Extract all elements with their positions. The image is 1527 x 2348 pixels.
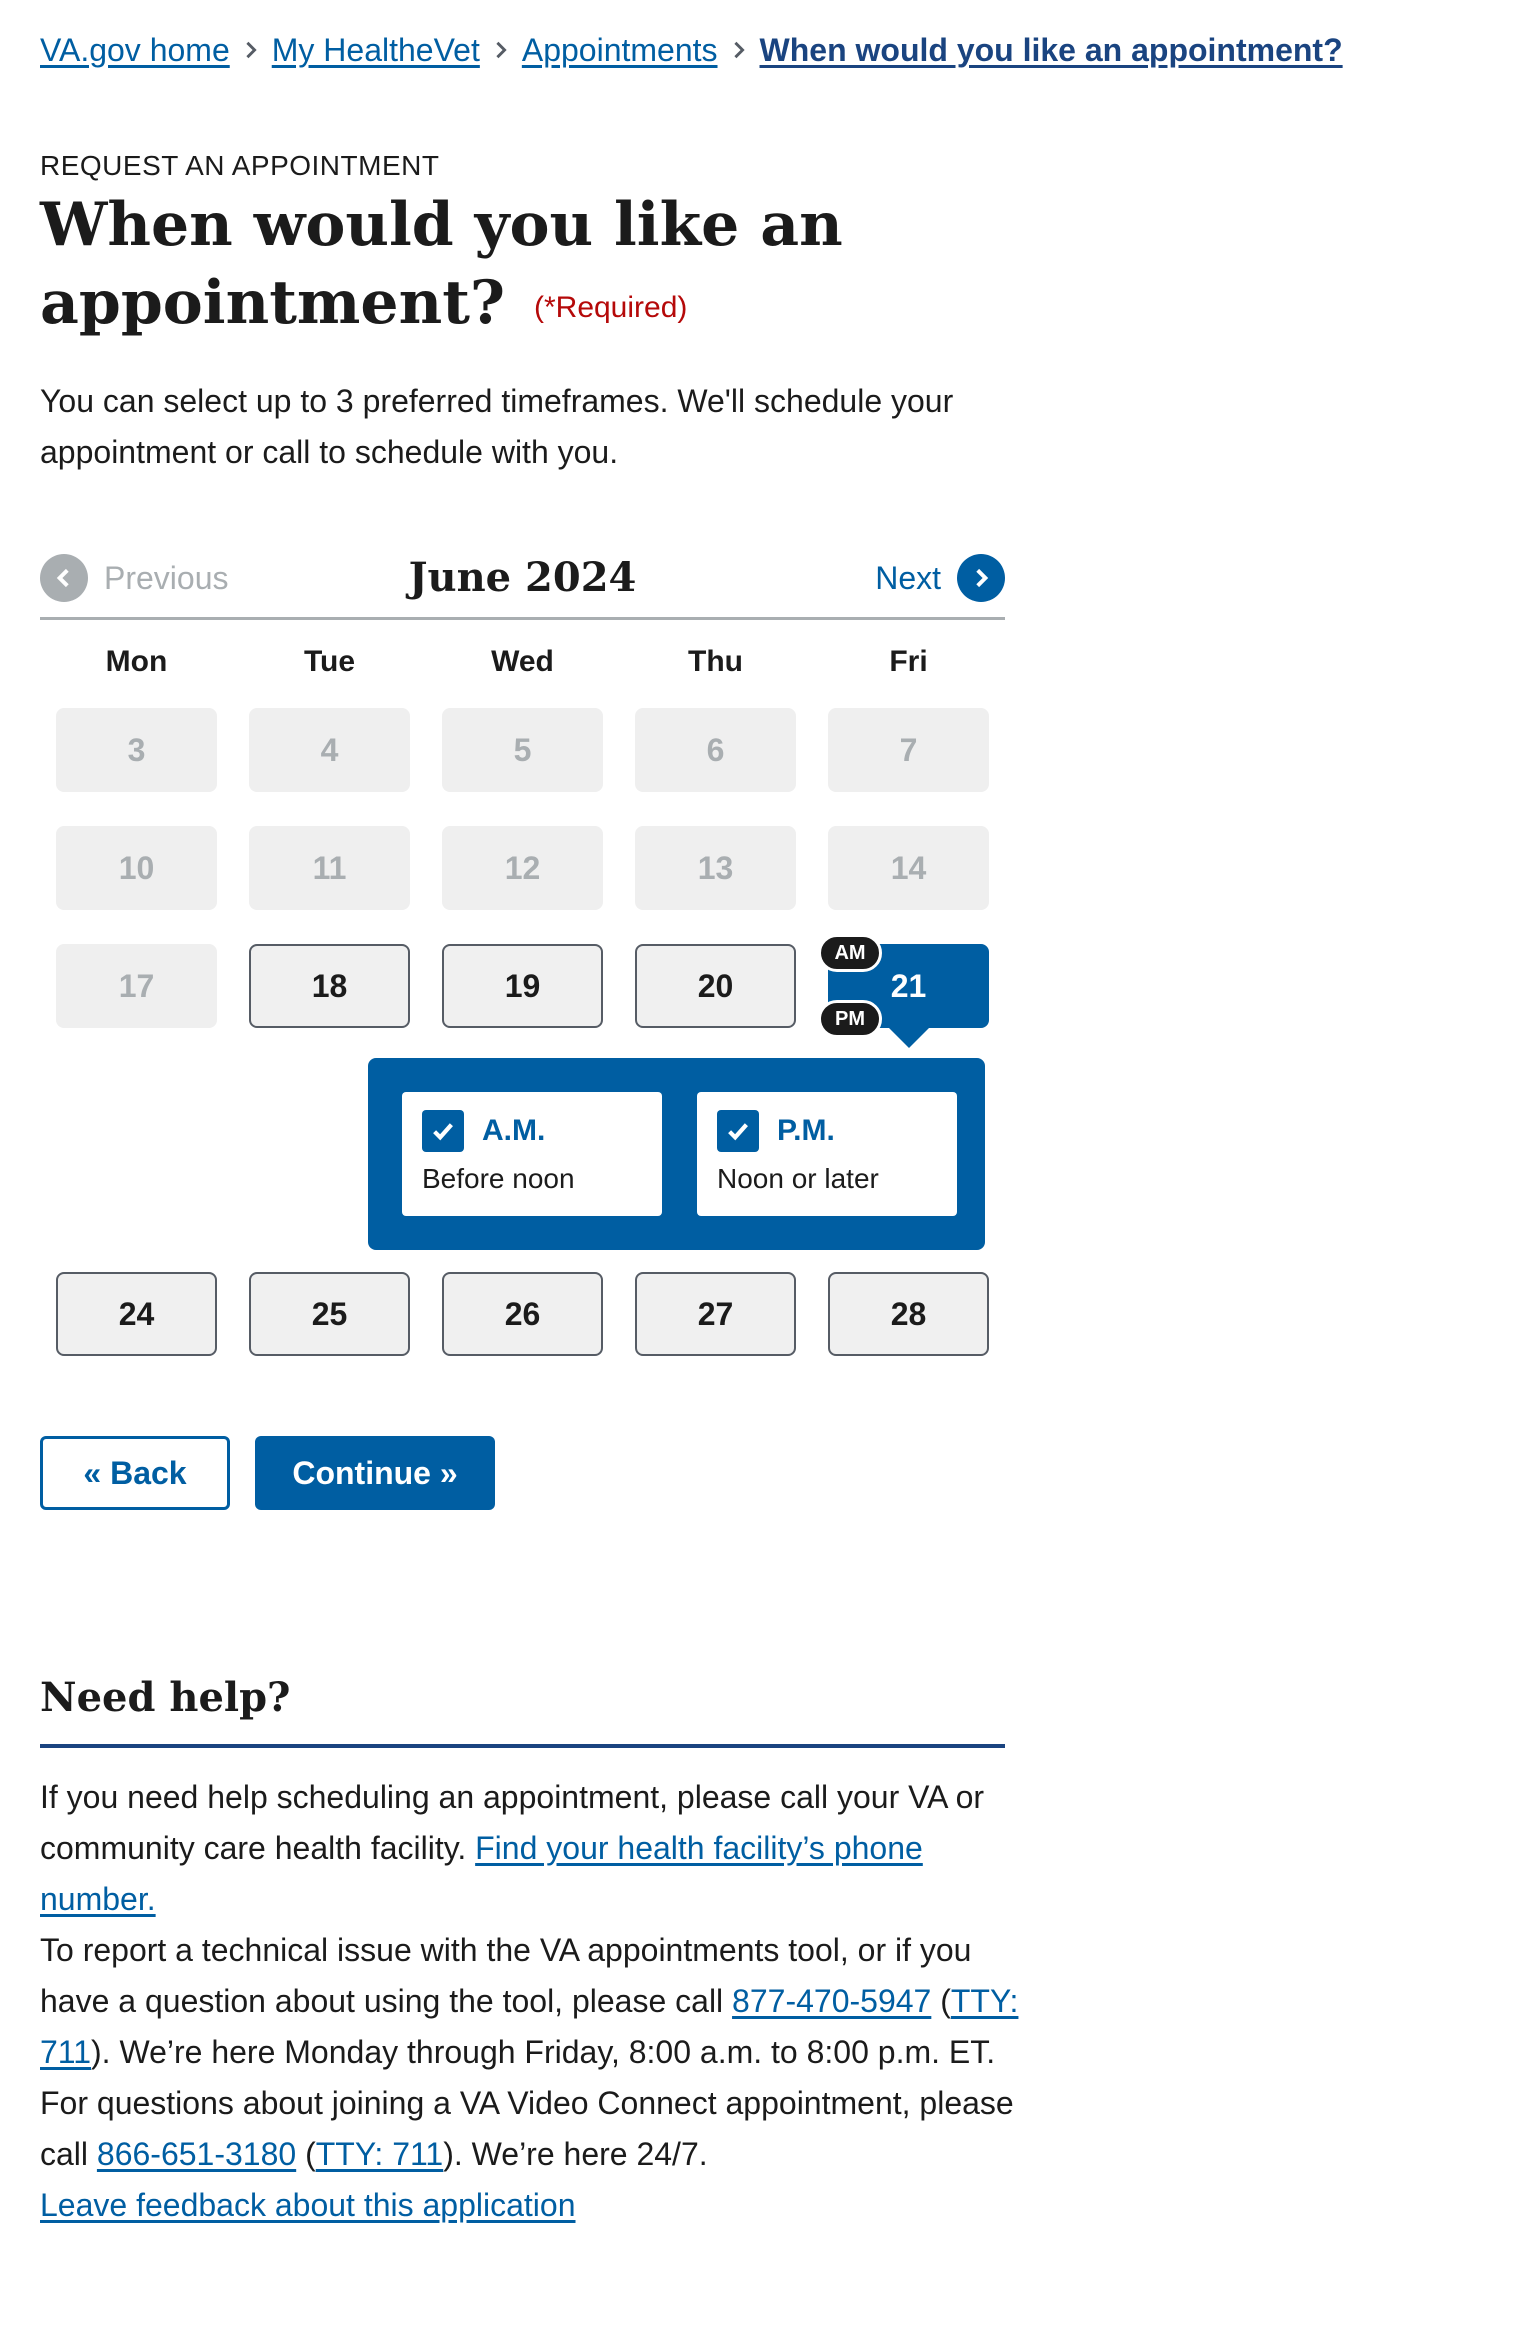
weekday-header: Fri: [889, 645, 928, 678]
pm-option-label: P.M.: [777, 1114, 835, 1147]
page-title: When would you like an appointment? (*Re…: [40, 186, 940, 347]
calendar-day-disabled: 11: [249, 826, 410, 910]
weekday-header: Wed: [491, 645, 554, 678]
calendar-navigation: Previous June 2024 Next: [40, 540, 1005, 620]
calendar-day-button[interactable]: 25: [249, 1272, 410, 1356]
calendar-day-disabled: 3: [56, 708, 217, 792]
chevron-right-icon: [492, 41, 510, 59]
breadcrumb-current-page-link[interactable]: When would you like an appointment?: [760, 28, 1343, 72]
weekday-header: Tue: [303, 645, 356, 678]
chevron-right-icon: [730, 41, 748, 59]
calendar-day-button[interactable]: 26: [442, 1272, 603, 1356]
help-paragraph: If you need help scheduling an appointme…: [40, 1772, 1020, 1925]
required-indicator: (*Required): [533, 290, 688, 324]
calendar-day-button[interactable]: 27: [635, 1272, 796, 1356]
calendar-day-button[interactable]: 18: [249, 944, 410, 1028]
timeframe-options-panel: A.M. Before noon P.M. Noon or later: [368, 1058, 985, 1250]
pm-badge: PM: [818, 1000, 882, 1038]
calendar-day-disabled: 4: [249, 708, 410, 792]
help-text: ). We’re here 24/7.: [443, 2136, 708, 2172]
checkmark-icon[interactable]: [422, 1110, 464, 1152]
help-text: (: [931, 1983, 951, 2019]
chevron-right-icon: [242, 41, 260, 59]
page-eyebrow: REQUEST AN APPOINTMENT: [40, 150, 440, 181]
leave-feedback-link[interactable]: Leave feedback about this application: [40, 2187, 576, 2223]
chevron-right-icon: [957, 554, 1005, 602]
am-option-description: Before noon: [422, 1163, 575, 1194]
breadcrumb-myhealthevet-link[interactable]: My HealtheVet: [272, 28, 480, 72]
help-divider: [40, 1744, 1005, 1748]
calendar-day-disabled: 12: [442, 826, 603, 910]
am-badge: AM: [818, 934, 882, 972]
calendar-day-button[interactable]: 19: [442, 944, 603, 1028]
next-month-button[interactable]: Next: [875, 554, 1005, 602]
help-text: (: [296, 2136, 316, 2172]
checkmark-icon[interactable]: [717, 1110, 759, 1152]
intro-text: You can select up to 3 preferred timefra…: [40, 383, 954, 470]
breadcrumb: VA.gov home My HealtheVet Appointments W…: [40, 28, 1343, 72]
help-paragraph: To report a technical issue with the VA …: [40, 1925, 1020, 2078]
calendar-day-disabled: 7: [828, 708, 989, 792]
am-option[interactable]: A.M. Before noon: [402, 1092, 662, 1216]
calendar-day-disabled: 10: [56, 826, 217, 910]
weekday-header: Mon: [105, 645, 168, 678]
calendar-day-button[interactable]: 24: [56, 1272, 217, 1356]
help-content: If you need help scheduling an appointme…: [40, 1772, 1020, 2231]
pm-option-description: Noon or later: [717, 1163, 879, 1194]
video-connect-phone-link[interactable]: 866-651-3180: [97, 2136, 296, 2172]
support-phone-link[interactable]: 877-470-5947: [732, 1983, 931, 2019]
calendar: Previous June 2024 Next Mon Tue Wed Thu …: [40, 540, 1005, 678]
tty-link[interactable]: TTY: 711: [316, 2136, 443, 2172]
calendar-day-disabled: 14: [828, 826, 989, 910]
continue-button[interactable]: Continue »: [255, 1436, 495, 1510]
help-paragraph: Leave feedback about this application: [40, 2180, 1020, 2231]
page-title-text: When would you like an appointment?: [40, 190, 843, 338]
breadcrumb-va-home-link[interactable]: VA.gov home: [40, 28, 230, 72]
back-button[interactable]: « Back: [40, 1436, 230, 1510]
help-paragraph: For questions about joining a VA Video C…: [40, 2078, 1020, 2180]
month-title: June 2024: [408, 554, 637, 601]
pm-option[interactable]: P.M. Noon or later: [697, 1092, 957, 1216]
calendar-day-disabled: 6: [635, 708, 796, 792]
help-title: Need help?: [40, 1674, 291, 1721]
calendar-day-disabled: 5: [442, 708, 603, 792]
calendar-day-disabled: 13: [635, 826, 796, 910]
calendar-day-button[interactable]: 28: [828, 1272, 989, 1356]
next-label: Next: [875, 559, 941, 596]
calendar-day-button[interactable]: 20: [635, 944, 796, 1028]
weekday-header: Thu: [688, 645, 743, 678]
am-option-label: A.M.: [482, 1114, 546, 1147]
calendar-day-disabled: 17: [56, 944, 217, 1028]
breadcrumb-appointments-link[interactable]: Appointments: [522, 28, 718, 72]
help-text: ). We’re here Monday through Friday, 8:0…: [91, 2034, 996, 2070]
